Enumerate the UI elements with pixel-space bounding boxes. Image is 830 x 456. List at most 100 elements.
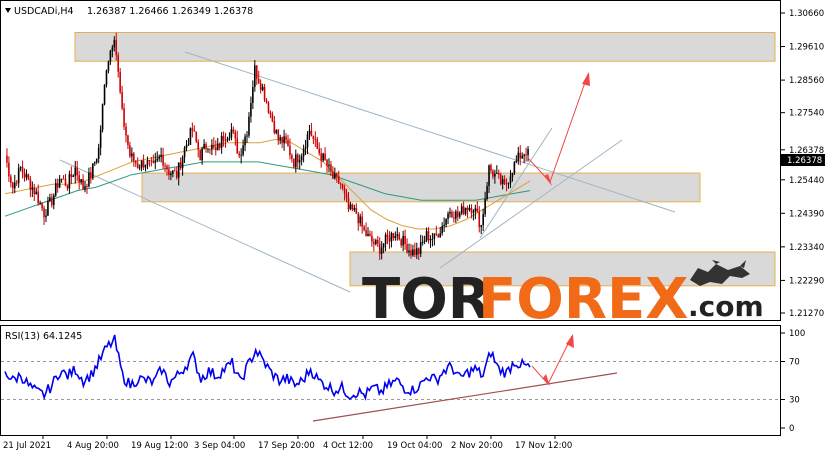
candle-body [406, 243, 408, 253]
candle-body [488, 165, 490, 187]
candle-body [419, 242, 422, 254]
candle-body [334, 173, 336, 179]
candle-body [496, 172, 498, 174]
candle-body [23, 172, 26, 178]
candle-body [404, 235, 406, 244]
rsi-tick-label: 0 [789, 424, 794, 434]
candle-body [287, 139, 289, 146]
candle-body [257, 78, 260, 84]
y-tick-label: 1.24390 [789, 209, 824, 219]
candle-body [228, 137, 231, 139]
candle-body [328, 164, 330, 166]
y-tick-label: 1.28560 [789, 76, 824, 86]
candle-body [136, 163, 139, 169]
candle-body [400, 239, 402, 246]
candle-body [127, 135, 129, 146]
candle-body [160, 154, 162, 157]
candle-body [455, 211, 457, 219]
candle-body [466, 207, 469, 211]
candle-body [386, 234, 389, 237]
candle-body [355, 207, 358, 214]
candle-body [150, 160, 153, 162]
symbol-dropdown-icon[interactable] [5, 8, 11, 13]
candle-body [216, 143, 219, 151]
candle-body [103, 84, 106, 105]
candle-body [271, 114, 274, 122]
candle-body [232, 129, 235, 133]
candle-body [179, 162, 182, 169]
logo-text-forex: FOREX [478, 267, 688, 332]
candle-body [423, 240, 426, 243]
candle-body [164, 165, 166, 167]
candle-body [499, 174, 502, 185]
rsi-chart-frame [0, 325, 781, 436]
candle-body [105, 70, 108, 85]
candle-body [363, 226, 365, 231]
candle-body [416, 248, 418, 255]
candle-body [205, 144, 207, 149]
candle-body [458, 213, 461, 217]
candle-body [74, 167, 77, 176]
candle-body [220, 136, 223, 148]
candle-body [265, 100, 268, 103]
candle-body [107, 61, 110, 71]
candle-body [429, 238, 432, 241]
candle-body [109, 50, 112, 62]
candle-body [490, 165, 492, 171]
candle-body [396, 234, 399, 237]
candle-body [294, 154, 297, 168]
candle-body [474, 208, 477, 212]
candle-body [339, 183, 342, 185]
rsi-tick-label: 30 [789, 396, 800, 406]
rsi-tick-label: 100 [789, 329, 805, 339]
candle-body [13, 182, 16, 189]
candle-body [234, 132, 237, 139]
candle-body [527, 149, 529, 156]
candle-body [68, 174, 71, 189]
candle-body [394, 236, 397, 239]
candle-body [49, 197, 51, 201]
candle-body [293, 158, 295, 168]
candle-body [181, 157, 184, 169]
candle-body [435, 233, 438, 235]
candle-body [213, 144, 215, 148]
candle-body [494, 173, 496, 177]
candle-body [275, 129, 278, 134]
candle-body [398, 234, 401, 240]
candle-body [146, 160, 149, 165]
candle-body [58, 178, 61, 188]
candle-body [378, 243, 381, 254]
candle-body [308, 130, 311, 135]
candle-body [242, 145, 244, 155]
candle-body [283, 136, 285, 144]
candle-body [349, 204, 352, 210]
y-tick-label: 1.23340 [789, 243, 824, 253]
candle-body [431, 238, 434, 240]
candle-body [119, 71, 121, 93]
candle-body [66, 185, 69, 189]
candle-body [80, 179, 82, 183]
rsi-forecast-arrow [531, 335, 573, 385]
candle-body [261, 86, 264, 90]
candle-body [376, 240, 379, 244]
candle-body [367, 233, 369, 236]
candle-body [365, 230, 367, 236]
candle-body [373, 241, 375, 245]
candle-body [412, 249, 414, 256]
candle-body [451, 211, 453, 218]
candle-body [414, 249, 416, 255]
candle-body [226, 138, 229, 141]
candle-body [460, 206, 463, 214]
candle-body [281, 137, 283, 144]
candle-body [17, 168, 20, 184]
candle-body [263, 86, 266, 101]
candle-body [168, 169, 170, 176]
candle-body [177, 162, 180, 178]
candle-body [525, 154, 527, 156]
candle-body [218, 143, 221, 148]
candle-body [209, 148, 211, 150]
candle-body [300, 156, 303, 161]
candle-body [425, 231, 428, 241]
candle-body [470, 208, 473, 213]
candle-body [320, 153, 322, 161]
